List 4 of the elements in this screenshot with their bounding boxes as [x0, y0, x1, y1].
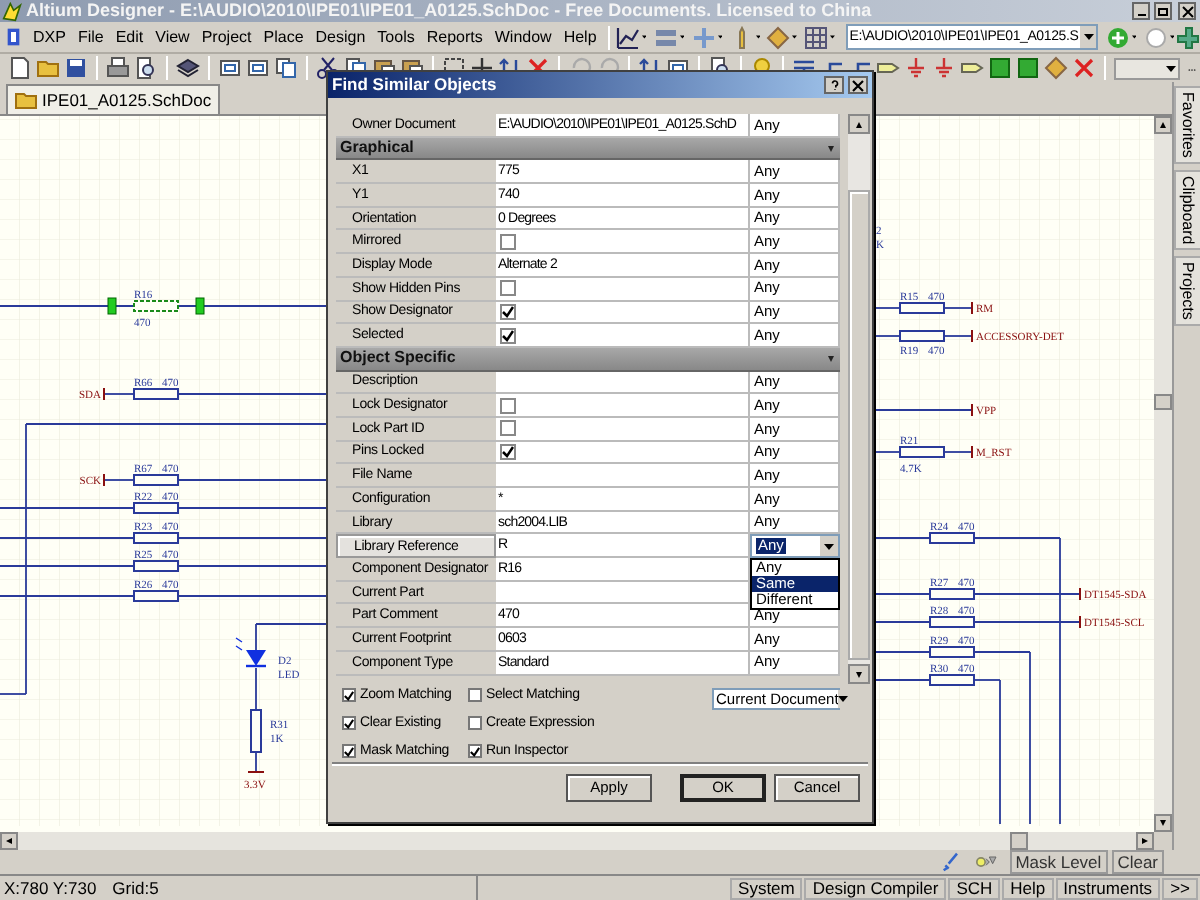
window-title: Altium Designer - E:\AUDIO\2010\IPE01\IPE01_A0125.SchDoc - Free Documents. Licensed to China — [26, 2, 872, 20]
dialog-title: Find Similar Objects — [332, 76, 497, 94]
cursor-position: X:780 Y:730 — [2, 879, 97, 897]
grid-size: Grid:5 — [110, 879, 159, 897]
